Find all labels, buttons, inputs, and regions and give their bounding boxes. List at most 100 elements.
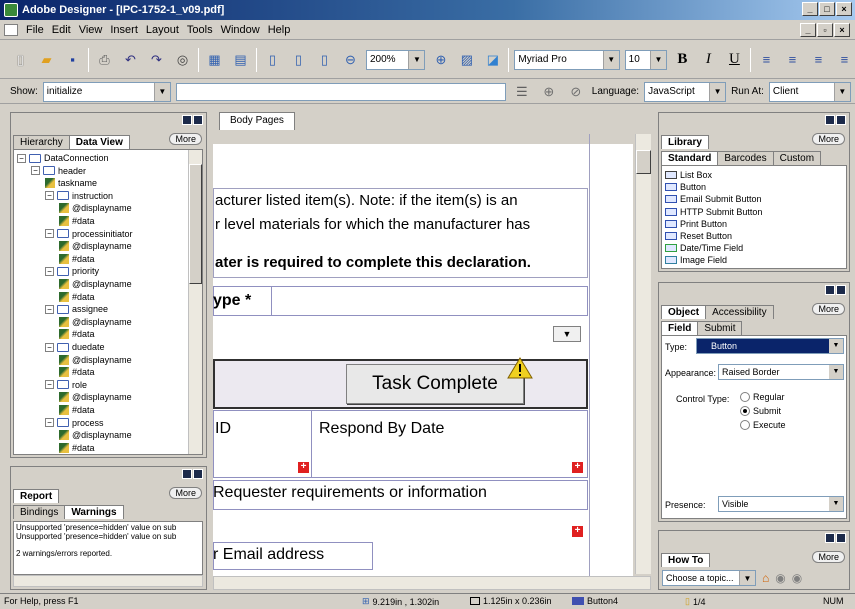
library-item[interactable]: Print Button [665,219,727,229]
font-select[interactable]: Myriad Pro ▼ [514,49,620,70]
ruler-icon[interactable]: ▤ [230,49,251,71]
page3-icon[interactable]: ▯ [314,49,335,71]
more-button[interactable]: More [812,133,845,145]
align-left-icon[interactable]: ≡ [756,49,777,71]
tree-node[interactable]: − instruction [45,190,113,202]
doc-restore-button[interactable]: ▫ [817,23,833,37]
print-icon[interactable]: ⎙ [94,49,115,71]
tab-body-pages[interactable]: Body Pages [219,112,295,130]
tab-field[interactable]: Field [661,321,699,335]
menu-tools[interactable]: Tools [183,24,217,36]
maximize-button[interactable]: □ [819,2,835,16]
tab-accessibility[interactable]: Accessibility [705,305,774,319]
tree-node[interactable]: − role [45,379,87,391]
tree-node[interactable]: @displayname [59,429,132,441]
form-canvas[interactable]: acturer listed item(s). Note: if the ite… [213,134,633,590]
tree-node[interactable]: #data [59,215,95,227]
script-icon[interactable]: ◪ [482,49,503,71]
align-right-icon[interactable]: ≡ [808,49,829,71]
language-select[interactable]: JavaScript ▼ [644,81,727,102]
tree-node[interactable]: − priority [45,265,99,277]
panel-minimize-icon[interactable] [182,469,192,479]
panel-close-icon[interactable] [193,115,203,125]
collapse-icon[interactable]: − [17,153,26,163]
italic-button[interactable]: I [698,49,719,71]
topic-select[interactable]: Choose a topic... ▼ [662,570,756,586]
panel-close-icon[interactable] [193,469,203,479]
doc-close-button[interactable]: × [834,23,850,37]
library-item[interactable]: Button [665,182,706,192]
tree-node[interactable]: − assignee [45,303,108,315]
collapse-icon[interactable]: − [45,380,54,390]
menu-layout[interactable]: Layout [142,24,183,36]
font-size-select[interactable]: 10 ▼ [624,49,667,70]
canvas-hscrollbar[interactable] [213,576,651,590]
page-icon[interactable]: ▯ [262,49,283,71]
page2-icon[interactable]: ▯ [288,49,309,71]
menu-file[interactable]: File [22,24,48,36]
tab-report[interactable]: Report [13,489,60,503]
panel-close-icon[interactable] [836,115,846,125]
library-item[interactable]: Date/Time Field [665,243,743,253]
tree-node[interactable]: @displayname [59,316,132,328]
underline-button[interactable]: U [724,49,745,71]
bold-button[interactable]: B [672,49,693,71]
preview-icon[interactable]: ▨ [456,49,477,71]
tab-object[interactable]: Object [661,305,707,319]
align-center-icon[interactable]: ≡ [782,49,803,71]
tab-barcodes[interactable]: Barcodes [717,151,774,165]
panel-close-icon[interactable] [836,533,846,543]
tab-bindings[interactable]: Bindings [13,505,66,519]
new-icon[interactable]: ▯ [10,49,31,71]
justify-icon[interactable]: ≡ [834,49,855,71]
menu-edit[interactable]: Edit [48,24,75,36]
panel-minimize-icon[interactable] [825,115,835,125]
tree-node[interactable]: #data [59,291,95,303]
tree-node[interactable]: #data [59,253,95,265]
warning-line[interactable]: Unsupported 'presence=hidden' value on s… [16,532,200,541]
appearance-select[interactable]: Raised Border ▼ [718,364,844,380]
tree-node[interactable]: taskname [45,177,97,189]
library-item[interactable]: Image Field [665,255,727,265]
tree-node[interactable]: #data [59,442,95,454]
tree-node[interactable]: − duedate [45,341,105,353]
library-item[interactable]: HTTP Submit Button [665,207,762,217]
more-button[interactable]: More [169,487,202,499]
menu-view[interactable]: View [75,24,107,36]
open-icon[interactable]: ▰ [36,49,57,71]
panel-close-icon[interactable] [836,285,846,295]
binoculars-icon[interactable]: ◎ [172,49,193,71]
collapse-icon[interactable]: − [45,191,54,201]
more-button[interactable]: More [169,133,202,145]
task-complete-button[interactable]: Task Complete [346,364,524,404]
tree-node[interactable]: @displayname [59,278,132,290]
tree-node[interactable]: − DataConnection [17,152,109,164]
canvas-vscrollbar[interactable] [635,134,651,574]
zoom-select[interactable]: 200% ▼ [366,49,426,70]
collapse-icon[interactable]: − [31,166,40,176]
zoom-out-icon[interactable]: ⊖ [340,49,361,71]
more-button[interactable]: More [812,303,845,315]
tree-node[interactable]: @displayname [59,240,132,252]
redo-icon[interactable]: ↷ [146,49,167,71]
more-button[interactable]: More [812,551,845,563]
menu-window[interactable]: Window [217,24,264,36]
library-list[interactable]: List Box Button Email Submit Button HTTP Su… [661,165,847,269]
presence-select[interactable]: Visible ▼ [718,496,844,512]
panel-minimize-icon[interactable] [825,533,835,543]
data-tree[interactable]: − DataConnection − header taskname − instructi… [13,149,203,455]
back-icon[interactable]: ◉ [775,571,785,585]
home-icon[interactable]: ⌂ [762,571,769,585]
radio-execute[interactable]: Execute [740,420,786,430]
save-icon[interactable]: ▪ [62,49,83,71]
tree-node[interactable]: @displayname [59,202,132,214]
runat-select[interactable]: Client ▼ [768,81,851,102]
chevron-down-icon[interactable]: ▼ [553,326,581,342]
collapse-icon[interactable]: − [45,304,54,314]
minimize-button[interactable]: _ [802,2,818,16]
tab-custom[interactable]: Custom [772,151,822,165]
doc-minimize-button[interactable]: _ [800,23,816,37]
tree-node[interactable]: @displayname [59,354,132,366]
radio-regular[interactable]: Regular [740,392,786,402]
panel-minimize-icon[interactable] [825,285,835,295]
